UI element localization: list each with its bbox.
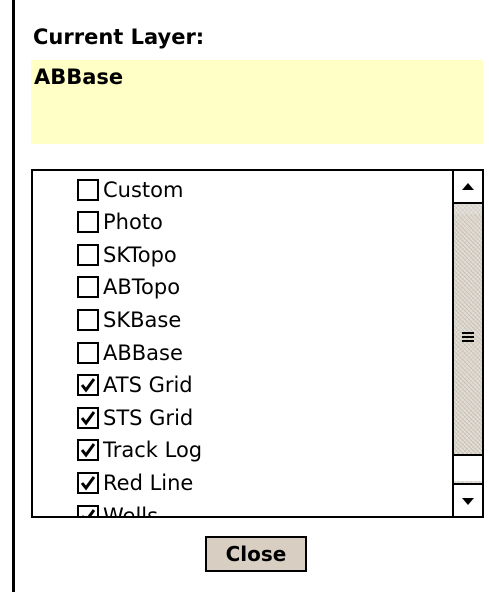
layer-checkbox[interactable] <box>77 308 99 331</box>
layer-checkbox[interactable] <box>77 178 99 201</box>
layer-label: ABBase <box>103 340 183 365</box>
layer-label: Track Log <box>103 438 203 463</box>
layer-checkbox[interactable] <box>77 341 99 364</box>
layer-checkbox[interactable] <box>77 504 99 516</box>
layer-item[interactable]: SKBase <box>77 303 181 336</box>
checkmark-icon <box>81 508 96 516</box>
layer-label: Photo <box>103 210 163 235</box>
layer-label: SKTopo <box>103 242 177 267</box>
layer-item[interactable]: Photo <box>77 206 163 239</box>
window-edge <box>12 0 15 592</box>
layer-item[interactable]: ATS Grid <box>77 369 193 402</box>
layers-dialog: Current Layer: ABBase Custom Photo SKTopo A… <box>0 0 489 592</box>
layer-item[interactable]: STS Grid <box>77 401 193 434</box>
checkmark-icon <box>80 443 96 458</box>
layer-checkbox[interactable] <box>77 406 99 429</box>
layer-item[interactable]: Wells <box>77 499 158 516</box>
layer-item[interactable]: ABTopo <box>77 271 180 304</box>
layer-label: ABTopo <box>103 275 181 300</box>
scroll-up-arrow-icon <box>462 182 474 190</box>
layer-list[interactable]: Custom Photo SKTopo ABTopo SKBase ABBase ATS G… <box>31 169 484 518</box>
layer-label: Wells <box>103 503 159 517</box>
layer-checkbox[interactable] <box>77 243 99 266</box>
scroll-grip-icon <box>462 332 474 342</box>
layer-label: STS Grid <box>103 405 194 430</box>
layer-label: SKBase <box>103 307 182 332</box>
current-layer-label: Current Layer: <box>33 25 205 49</box>
scroll-up-button[interactable] <box>454 171 482 204</box>
scroll-down-arrow-icon <box>462 497 474 505</box>
checkmark-icon <box>80 410 96 426</box>
close-button[interactable]: Close <box>205 536 307 572</box>
layer-item[interactable]: ABBase <box>77 336 183 369</box>
checkmark-icon <box>80 476 96 491</box>
layer-list-viewport: Custom Photo SKTopo ABTopo SKBase ABBase ATS G… <box>33 171 452 516</box>
layer-checkbox[interactable] <box>77 211 99 234</box>
scroll-thumb[interactable] <box>454 214 482 464</box>
layer-item[interactable]: Track Log <box>77 434 202 467</box>
layer-checkbox[interactable] <box>77 374 99 397</box>
scroll-down-button[interactable] <box>454 483 482 516</box>
layer-label: Custom <box>103 177 184 202</box>
layer-item[interactable]: Custom <box>77 173 183 206</box>
scroll-track[interactable] <box>454 454 482 481</box>
layer-label: Red Line <box>103 470 194 495</box>
layer-label: ATS Grid <box>103 373 193 398</box>
vertical-scrollbar[interactable] <box>452 171 482 516</box>
current-layer-panel: ABBase <box>31 60 483 144</box>
current-layer-value: ABBase <box>34 65 124 89</box>
layer-checkbox[interactable] <box>77 471 99 494</box>
layer-checkbox[interactable] <box>77 439 99 462</box>
layer-item[interactable]: Red Line <box>77 466 193 499</box>
layer-checkbox[interactable] <box>77 276 99 299</box>
layer-item[interactable]: SKTopo <box>77 238 177 271</box>
checkmark-icon <box>80 378 96 393</box>
